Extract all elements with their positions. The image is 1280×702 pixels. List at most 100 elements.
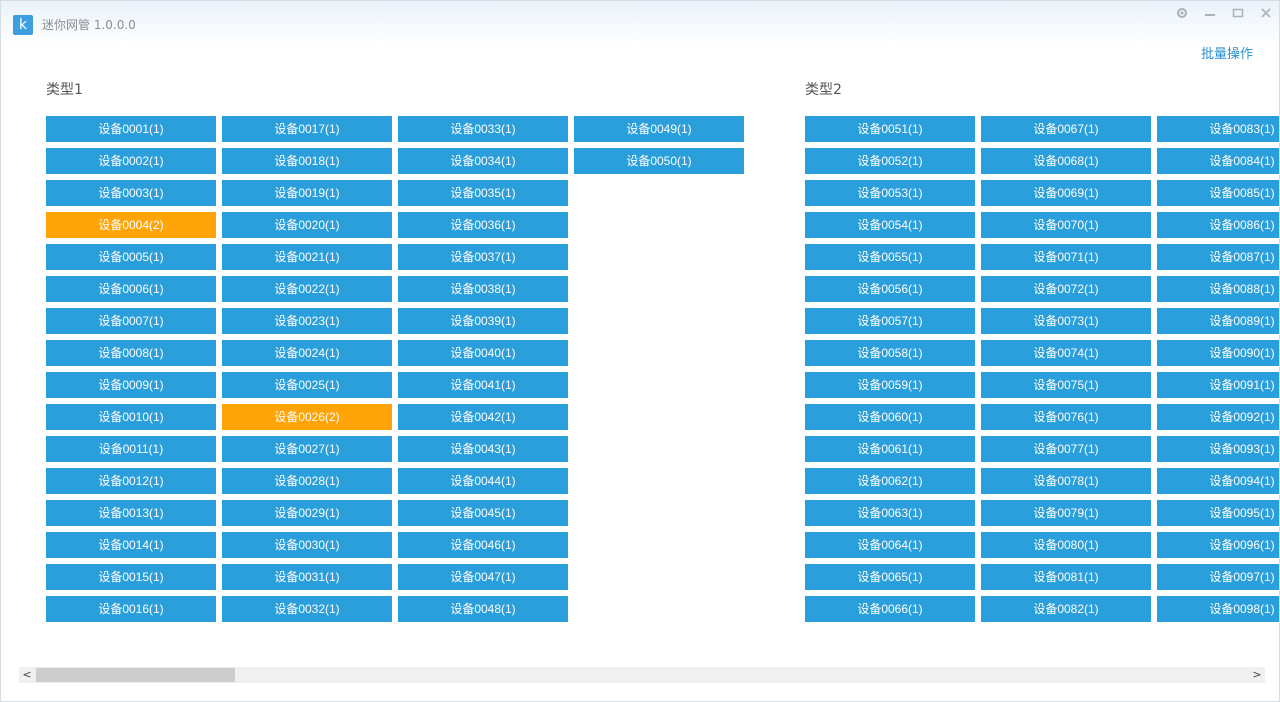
device-button[interactable]: 设备0064(1)	[805, 532, 975, 558]
device-button[interactable]: 设备0089(1)	[1157, 308, 1279, 334]
device-button[interactable]: 设备0092(1)	[1157, 404, 1279, 430]
device-button[interactable]: 设备0015(1)	[46, 564, 216, 590]
device-button[interactable]: 设备0005(1)	[46, 244, 216, 270]
scroll-left-arrow-icon[interactable]: <	[19, 667, 35, 683]
device-button[interactable]: 设备0053(1)	[805, 180, 975, 206]
device-button[interactable]: 设备0060(1)	[805, 404, 975, 430]
scrollbar-thumb[interactable]	[36, 668, 235, 682]
device-button[interactable]: 设备0054(1)	[805, 212, 975, 238]
device-button[interactable]: 设备0080(1)	[981, 532, 1151, 558]
device-button[interactable]: 设备0049(1)	[574, 116, 744, 142]
device-button[interactable]: 设备0003(1)	[46, 180, 216, 206]
device-button-alert[interactable]: 设备0026(2)	[222, 404, 392, 430]
device-button[interactable]: 设备0079(1)	[981, 500, 1151, 526]
device-button[interactable]: 设备0013(1)	[46, 500, 216, 526]
device-button[interactable]: 设备0059(1)	[805, 372, 975, 398]
device-button[interactable]: 设备0037(1)	[398, 244, 568, 270]
device-button[interactable]: 设备0016(1)	[46, 596, 216, 622]
device-button[interactable]: 设备0066(1)	[805, 596, 975, 622]
device-button[interactable]: 设备0052(1)	[805, 148, 975, 174]
device-button[interactable]: 设备0062(1)	[805, 468, 975, 494]
device-button[interactable]: 设备0040(1)	[398, 340, 568, 366]
device-button[interactable]: 设备0055(1)	[805, 244, 975, 270]
device-button[interactable]: 设备0018(1)	[222, 148, 392, 174]
device-button[interactable]: 设备0068(1)	[981, 148, 1151, 174]
device-button[interactable]: 设备0029(1)	[222, 500, 392, 526]
device-button[interactable]: 设备0010(1)	[46, 404, 216, 430]
device-button[interactable]: 设备0027(1)	[222, 436, 392, 462]
device-button[interactable]: 设备0032(1)	[222, 596, 392, 622]
device-button[interactable]: 设备0012(1)	[46, 468, 216, 494]
device-button[interactable]: 设备0048(1)	[398, 596, 568, 622]
close-icon[interactable]	[1253, 3, 1279, 23]
device-button[interactable]: 设备0034(1)	[398, 148, 568, 174]
device-button[interactable]: 设备0070(1)	[981, 212, 1151, 238]
device-button[interactable]: 设备0006(1)	[46, 276, 216, 302]
device-button[interactable]: 设备0002(1)	[46, 148, 216, 174]
device-button[interactable]: 设备0081(1)	[981, 564, 1151, 590]
device-button[interactable]: 设备0088(1)	[1157, 276, 1279, 302]
device-button[interactable]: 设备0009(1)	[46, 372, 216, 398]
device-button[interactable]: 设备0098(1)	[1157, 596, 1279, 622]
device-button[interactable]: 设备0045(1)	[398, 500, 568, 526]
device-button[interactable]: 设备0036(1)	[398, 212, 568, 238]
device-button[interactable]: 设备0014(1)	[46, 532, 216, 558]
device-button[interactable]: 设备0050(1)	[574, 148, 744, 174]
device-button[interactable]: 设备0074(1)	[981, 340, 1151, 366]
device-button[interactable]: 设备0086(1)	[1157, 212, 1279, 238]
horizontal-scrollbar[interactable]: < >	[19, 667, 1265, 683]
device-button[interactable]: 设备0042(1)	[398, 404, 568, 430]
device-button[interactable]: 设备0065(1)	[805, 564, 975, 590]
device-scroll-area[interactable]: 设备0001(1) 设备0002(1) 设备0003(1) 设备0004(2) 设备00…	[1, 111, 1279, 631]
device-button[interactable]: 设备0038(1)	[398, 276, 568, 302]
settings-icon[interactable]	[1169, 3, 1195, 23]
device-button[interactable]: 设备0007(1)	[46, 308, 216, 334]
device-button[interactable]: 设备0087(1)	[1157, 244, 1279, 270]
device-button[interactable]: 设备0077(1)	[981, 436, 1151, 462]
device-button[interactable]: 设备0043(1)	[398, 436, 568, 462]
device-button[interactable]: 设备0033(1)	[398, 116, 568, 142]
device-button[interactable]: 设备0082(1)	[981, 596, 1151, 622]
device-button[interactable]: 设备0028(1)	[222, 468, 392, 494]
device-button[interactable]: 设备0031(1)	[222, 564, 392, 590]
device-button[interactable]: 设备0001(1)	[46, 116, 216, 142]
device-button[interactable]: 设备0017(1)	[222, 116, 392, 142]
scroll-right-arrow-icon[interactable]: >	[1249, 667, 1265, 683]
device-button[interactable]: 设备0069(1)	[981, 180, 1151, 206]
device-button[interactable]: 设备0097(1)	[1157, 564, 1279, 590]
device-button[interactable]: 设备0071(1)	[981, 244, 1151, 270]
device-button[interactable]: 设备0085(1)	[1157, 180, 1279, 206]
device-button[interactable]: 设备0011(1)	[46, 436, 216, 462]
device-button[interactable]: 设备0063(1)	[805, 500, 975, 526]
device-button[interactable]: 设备0076(1)	[981, 404, 1151, 430]
device-button[interactable]: 设备0019(1)	[222, 180, 392, 206]
device-button[interactable]: 设备0093(1)	[1157, 436, 1279, 462]
device-button[interactable]: 设备0096(1)	[1157, 532, 1279, 558]
device-button[interactable]: 设备0030(1)	[222, 532, 392, 558]
device-button[interactable]: 设备0075(1)	[981, 372, 1151, 398]
device-button[interactable]: 设备0041(1)	[398, 372, 568, 398]
device-button[interactable]: 设备0056(1)	[805, 276, 975, 302]
batch-operation-link[interactable]: 批量操作	[1201, 43, 1253, 62]
device-button[interactable]: 设备0078(1)	[981, 468, 1151, 494]
device-button[interactable]: 设备0091(1)	[1157, 372, 1279, 398]
device-button[interactable]: 设备0057(1)	[805, 308, 975, 334]
device-button-alert[interactable]: 设备0004(2)	[46, 212, 216, 238]
maximize-icon[interactable]	[1225, 3, 1251, 23]
device-button[interactable]: 设备0084(1)	[1157, 148, 1279, 174]
device-button[interactable]: 设备0058(1)	[805, 340, 975, 366]
device-button[interactable]: 设备0072(1)	[981, 276, 1151, 302]
device-button[interactable]: 设备0024(1)	[222, 340, 392, 366]
device-button[interactable]: 设备0023(1)	[222, 308, 392, 334]
device-button[interactable]: 设备0067(1)	[981, 116, 1151, 142]
device-button[interactable]: 设备0047(1)	[398, 564, 568, 590]
device-button[interactable]: 设备0094(1)	[1157, 468, 1279, 494]
device-button[interactable]: 设备0051(1)	[805, 116, 975, 142]
device-button[interactable]: 设备0044(1)	[398, 468, 568, 494]
device-button[interactable]: 设备0008(1)	[46, 340, 216, 366]
device-button[interactable]: 设备0035(1)	[398, 180, 568, 206]
device-button[interactable]: 设备0095(1)	[1157, 500, 1279, 526]
device-button[interactable]: 设备0021(1)	[222, 244, 392, 270]
device-button[interactable]: 设备0061(1)	[805, 436, 975, 462]
device-button[interactable]: 设备0039(1)	[398, 308, 568, 334]
